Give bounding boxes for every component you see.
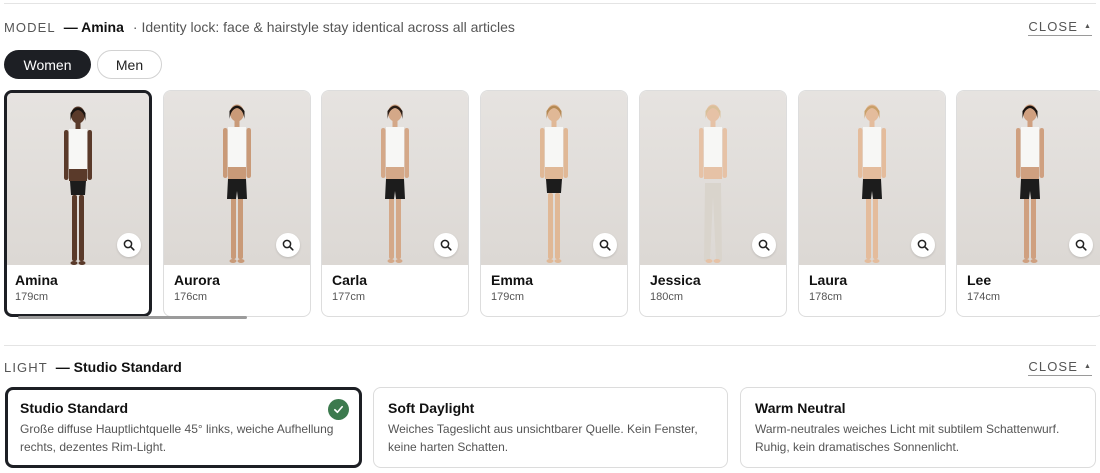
model-height: 179cm [15, 291, 49, 303]
model-height: 178cm [809, 291, 843, 303]
model-figure [699, 104, 727, 263]
zoom-icon[interactable] [593, 233, 617, 257]
light-close-label: CLOSE [1028, 358, 1078, 374]
model-height: 174cm [967, 291, 1001, 303]
model-name: Amina [15, 272, 58, 288]
light-option-title: Studio Standard [20, 400, 129, 416]
horizontal-scrollbar[interactable] [18, 316, 247, 319]
model-name: Jessica [650, 272, 701, 288]
model-card-lee[interactable]: Lee 174cm [956, 90, 1100, 317]
light-option-description: Warm-neutrales weiches Licht mit subtile… [755, 420, 1081, 456]
model-name: Lee [967, 272, 992, 288]
model-selected-label: — Amina [63, 19, 124, 35]
light-option-studio-standard[interactable]: Studio Standard Große diffuse Hauptlicht… [5, 387, 362, 468]
light-option-title: Soft Daylight [388, 400, 475, 416]
top-divider [4, 3, 1096, 4]
model-card-row: Amina 179cm Aurora 176cm Carla 177cm Emm… [4, 90, 1100, 317]
tab-men[interactable]: Men [97, 50, 162, 79]
model-name: Laura [809, 272, 848, 288]
check-icon [328, 399, 349, 420]
light-section-header: LIGHT — Studio Standard CLOSE ▲ [4, 356, 1096, 378]
model-figure [1016, 104, 1044, 263]
caret-up-icon: ▲ [1083, 22, 1092, 30]
tab-men-label: Men [115, 56, 144, 73]
light-option-desc-line: rechts, dezentes Rim-Light. [20, 440, 167, 454]
zoom-icon[interactable] [117, 233, 141, 257]
caret-up-icon: ▲ [1083, 362, 1092, 370]
model-close-button[interactable]: CLOSE ▲ [1028, 19, 1092, 36]
light-option-title: Warm Neutral [755, 400, 846, 416]
model-height: 176cm [174, 291, 208, 303]
model-card-laura[interactable]: Laura 178cm [798, 90, 946, 317]
model-height: 177cm [332, 291, 366, 303]
model-name: Carla [332, 272, 368, 288]
light-option-desc-line: Große diffuse Hauptlichtquelle 45° links… [20, 422, 334, 436]
model-name: Emma [491, 272, 534, 288]
model-figure [64, 106, 92, 265]
light-option-desc-line: keine harten Schatten. [388, 440, 509, 454]
model-height: 180cm [650, 291, 684, 303]
model-figure [858, 104, 886, 263]
light-option-description: Große diffuse Hauptlichtquelle 45° links… [20, 420, 347, 456]
model-height: 179cm [491, 291, 525, 303]
section-divider [4, 345, 1096, 346]
light-option-desc-line: Weiches Tageslicht aus unsichtbarer Quel… [388, 422, 698, 436]
light-close-button[interactable]: CLOSE ▲ [1028, 359, 1092, 376]
tab-women[interactable]: Women [4, 50, 91, 79]
model-section-header: MODEL — Amina · Identity lock: face & ha… [4, 16, 1096, 38]
light-selected-label: — Studio Standard [55, 359, 182, 375]
model-figure [540, 104, 568, 263]
model-card-emma[interactable]: Emma 179cm [480, 90, 628, 317]
model-card-carla[interactable]: Carla 177cm [321, 90, 469, 317]
model-figure [223, 104, 251, 263]
model-section-description: · Identity lock: face & hairstyle stay i… [132, 19, 515, 35]
light-section-key: LIGHT [4, 359, 48, 375]
zoom-icon[interactable] [752, 233, 776, 257]
light-option-warm-neutral[interactable]: Warm Neutral Warm-neutrales weiches Lich… [740, 387, 1096, 468]
light-option-soft-daylight[interactable]: Soft Daylight Weiches Tageslicht aus uns… [373, 387, 728, 468]
model-card-jessica[interactable]: Jessica 180cm [639, 90, 787, 317]
model-section-key: MODEL [4, 19, 56, 35]
tab-women-label: Women [23, 56, 72, 73]
light-option-description: Weiches Tageslicht aus unsichtbarer Quel… [388, 420, 713, 456]
zoom-icon[interactable] [1069, 233, 1093, 257]
light-option-desc-line: Warm-neutrales weiches Licht mit subtile… [755, 422, 1060, 436]
model-card-aurora[interactable]: Aurora 176cm [163, 90, 311, 317]
model-figure [381, 104, 409, 263]
model-card-amina[interactable]: Amina 179cm [4, 90, 152, 317]
zoom-icon[interactable] [911, 233, 935, 257]
zoom-icon[interactable] [434, 233, 458, 257]
model-close-label: CLOSE [1028, 18, 1078, 34]
zoom-icon[interactable] [276, 233, 300, 257]
model-name: Aurora [174, 272, 220, 288]
light-option-desc-line: Ruhig, kein dramatisches Sonnenlicht. [755, 440, 960, 454]
